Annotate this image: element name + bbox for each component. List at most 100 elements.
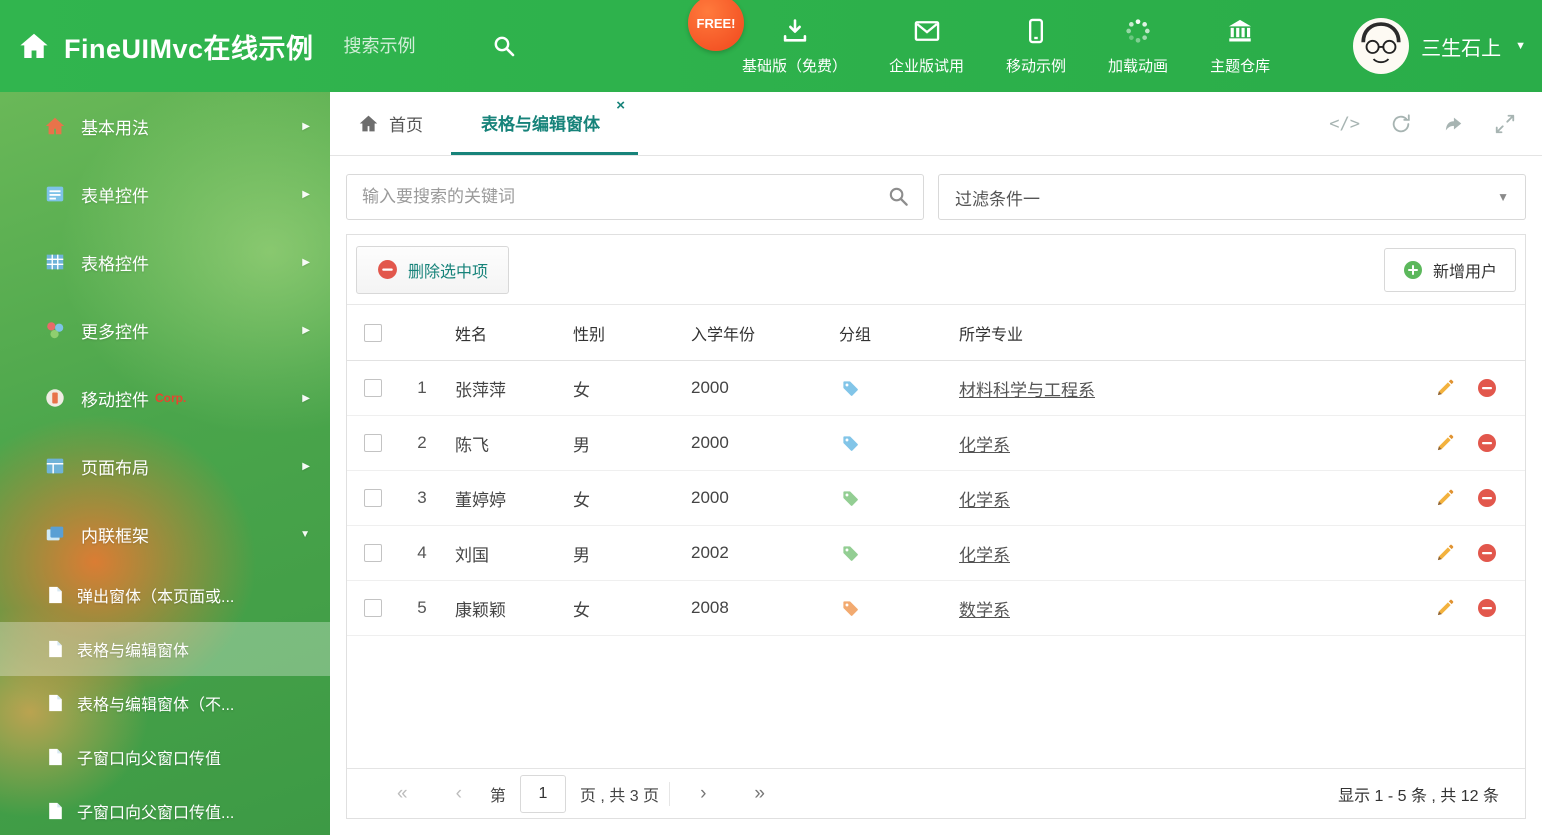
- sidebar-item-more-controls[interactable]: 更多控件 ▶: [0, 296, 330, 364]
- keyword-search-input[interactable]: [346, 174, 924, 220]
- row-checkbox[interactable]: [364, 379, 382, 397]
- row-checkbox[interactable]: [364, 489, 382, 507]
- column-header-name[interactable]: 姓名: [445, 321, 563, 345]
- tab-grid-edit-window[interactable]: 表格与编辑窗体 ×: [451, 92, 638, 155]
- header-search-input[interactable]: [341, 34, 492, 58]
- sidebar-subitem-label: 子窗口向父窗口传值: [77, 751, 222, 768]
- edit-icon[interactable]: [1435, 598, 1455, 618]
- sidebar-subitem-grid-edit-window[interactable]: 表格与编辑窗体: [0, 622, 330, 676]
- row-number: 5: [417, 598, 427, 617]
- cell-year: 2000: [691, 433, 729, 452]
- sidebar-item-label: 页面布局: [81, 458, 149, 478]
- nav-label: 企业版试用: [889, 57, 965, 75]
- delete-icon[interactable]: [1477, 543, 1497, 563]
- cell-name: 康颖颖: [455, 600, 506, 620]
- delete-icon[interactable]: [1477, 488, 1497, 508]
- nav-basic-free[interactable]: 基础版（免费）: [742, 17, 847, 76]
- nav-mobile-demo[interactable]: 移动示例: [1006, 17, 1066, 76]
- row-checkbox[interactable]: [364, 434, 382, 452]
- caret-down-icon: ▼: [1515, 40, 1526, 52]
- sidebar-item-page-layout[interactable]: 页面布局 ▶: [0, 432, 330, 500]
- sidebar-subitem-child-to-parent[interactable]: 子窗口向父窗口传值: [0, 730, 330, 784]
- major-link[interactable]: 化学系: [959, 491, 1010, 510]
- search-icon[interactable]: [492, 34, 516, 58]
- filter-row: 过滤条件一 ▼: [346, 174, 1526, 220]
- page-number-input[interactable]: [519, 774, 566, 813]
- tab-home[interactable]: 首页: [330, 92, 451, 155]
- filter-selected-value: 过滤条件一: [955, 189, 1040, 209]
- column-header-year[interactable]: 入学年份: [681, 321, 829, 345]
- nav-loading-animation[interactable]: 加载动画: [1108, 17, 1168, 76]
- select-all-checkbox[interactable]: [364, 323, 382, 342]
- expand-icon[interactable]: [1494, 113, 1516, 135]
- row-checkbox[interactable]: [364, 599, 382, 617]
- cell-gender: 女: [573, 600, 590, 620]
- sidebar-subitem-child-to-parent-alt[interactable]: 子窗口向父窗口传值...: [0, 784, 330, 838]
- table-row: 1 张萍萍 女 2000 材料科学与工程系: [347, 361, 1525, 416]
- sidebar-item-grid-controls[interactable]: 表格控件 ▶: [0, 228, 330, 296]
- add-user-button[interactable]: 新增用户: [1383, 247, 1516, 292]
- prev-page-button[interactable]: ‹: [432, 783, 486, 805]
- row-checkbox[interactable]: [364, 544, 382, 562]
- main-content: 首页 表格与编辑窗体 × </> 过滤条件一 ▼: [330, 92, 1542, 835]
- close-icon[interactable]: ×: [616, 98, 625, 113]
- home-tab-icon: [358, 113, 379, 134]
- chevron-right-icon: ▶: [302, 460, 310, 472]
- table-empty-space: [347, 636, 1525, 768]
- sidebar-subitem-popup-window[interactable]: 弹出窗体（本页面或...: [0, 568, 330, 622]
- minus-circle-icon: [377, 259, 398, 280]
- delete-icon[interactable]: [1477, 433, 1497, 453]
- sidebar-item-label: 表单控件: [81, 186, 149, 206]
- last-page-button[interactable]: »: [730, 783, 789, 805]
- refresh-icon[interactable]: [1390, 113, 1412, 135]
- major-link[interactable]: 化学系: [959, 546, 1010, 565]
- tab-label: 表格与编辑窗体: [481, 114, 600, 134]
- user-menu[interactable]: 三生石上 ▼: [1353, 0, 1526, 92]
- button-label: 删除选中项: [408, 263, 489, 281]
- home-logo-icon[interactable]: [18, 30, 50, 62]
- sidebar-item-mobile-controls[interactable]: 移动控件 Corp. ▶: [0, 364, 330, 432]
- edit-icon[interactable]: [1435, 433, 1455, 453]
- delete-selected-button[interactable]: 删除选中项: [356, 245, 510, 294]
- cell-gender: 男: [573, 435, 590, 455]
- bank-icon: [1226, 17, 1254, 49]
- next-page-button[interactable]: ›: [676, 783, 730, 805]
- cell-name: 陈飞: [455, 435, 489, 455]
- sidebar-item-label: 基本用法: [81, 118, 149, 138]
- source-code-icon[interactable]: </>: [1329, 114, 1360, 134]
- file-icon: [48, 694, 63, 712]
- edit-icon[interactable]: [1435, 543, 1455, 563]
- delete-icon[interactable]: [1477, 598, 1497, 618]
- download-icon: [781, 17, 809, 49]
- row-number: 4: [417, 543, 427, 562]
- major-link[interactable]: 化学系: [959, 436, 1010, 455]
- filter-dropdown[interactable]: 过滤条件一 ▼: [938, 174, 1526, 220]
- file-icon: [48, 802, 63, 820]
- sidebar-subitem-grid-edit-window-alt[interactable]: 表格与编辑窗体（不...: [0, 676, 330, 730]
- major-link[interactable]: 数学系: [959, 601, 1010, 620]
- first-page-button[interactable]: «: [373, 783, 432, 805]
- search-icon[interactable]: [887, 185, 910, 213]
- sidebar-item-inline-frame[interactable]: 内联框架 ▼: [0, 500, 330, 568]
- nav-label: 加载动画: [1108, 57, 1169, 75]
- user-name: 三生石上: [1421, 37, 1502, 60]
- column-header-gender[interactable]: 性别: [563, 321, 681, 345]
- tag-icon: [841, 599, 860, 618]
- cell-gender: 女: [573, 380, 590, 400]
- delete-icon[interactable]: [1477, 378, 1497, 398]
- nav-enterprise-trial[interactable]: 企业版试用: [889, 17, 964, 76]
- edit-icon[interactable]: [1435, 378, 1455, 398]
- sidebar-item-form-controls[interactable]: 表单控件 ▶: [0, 160, 330, 228]
- nav-theme-repo[interactable]: 主题仓库: [1210, 17, 1270, 76]
- layout-icon: [44, 455, 66, 477]
- column-header-group[interactable]: 分组: [829, 321, 949, 345]
- pagination-bar: « ‹ 第 页 , 共 3 页 › » 显示 1 - 5 条 , 共 12 条: [347, 768, 1525, 818]
- column-header-major[interactable]: 所学专业: [949, 321, 1421, 345]
- chevron-right-icon: ▶: [302, 392, 310, 404]
- edit-icon[interactable]: [1435, 488, 1455, 508]
- major-link[interactable]: 材料科学与工程系: [959, 381, 1095, 400]
- tab-toolbar: </>: [1329, 92, 1542, 155]
- mail-icon: [913, 17, 941, 49]
- share-icon[interactable]: [1442, 113, 1464, 135]
- sidebar-item-basic-usage[interactable]: 基本用法 ▶: [0, 92, 330, 160]
